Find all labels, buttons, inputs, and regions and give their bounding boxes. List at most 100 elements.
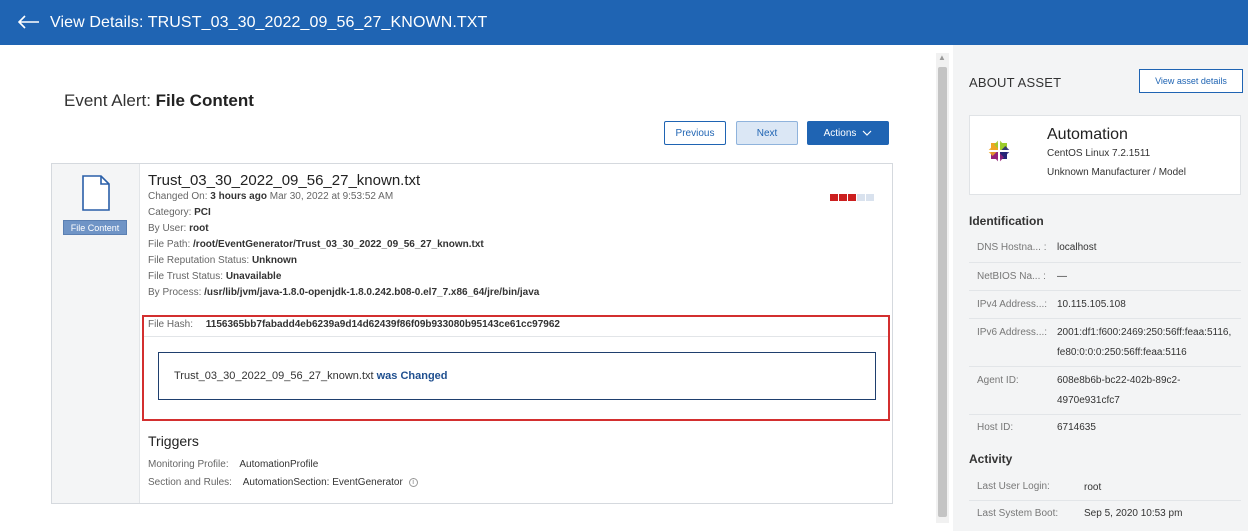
ipv6-value-1: 2001:df1:f600:2469:250:56ff:feaa:5116, <box>1057 327 1232 338</box>
host-id-label: Host ID: <box>977 422 1014 433</box>
event-alert-label: Event Alert: <box>64 91 151 110</box>
asset-manufacturer: Unknown Manufacturer / Model <box>1047 167 1186 178</box>
view-asset-details-button[interactable]: View asset details <box>1139 69 1243 93</box>
page-title: View Details: TRUST_03_30_2022_09_56_27_… <box>50 13 488 31</box>
risk-indicator <box>830 194 874 201</box>
ipv6-label: IPv6 Address...: <box>977 327 1048 338</box>
actions-button[interactable]: Actions <box>807 121 889 145</box>
last-system-boot-row: Last System Boot: <box>977 508 1058 519</box>
process-label: By Process: <box>148 287 202 298</box>
divider <box>969 366 1241 367</box>
last-system-boot-label: Last System Boot: <box>977 508 1059 519</box>
risk-segment <box>866 194 874 201</box>
centos-logo-icon <box>985 137 1013 165</box>
change-file-name: Trust_03_30_2022_09_56_27_known.txt <box>174 370 374 382</box>
agent-id-value-1: 608e8b6b-bc22-402b-89c2- <box>1057 375 1181 386</box>
file-hash-value: 1156365bb7fabadd4eb6239a9d14d62439f86f09… <box>205 319 560 330</box>
top-bar: View Details: TRUST_03_30_2022_09_56_27_… <box>0 0 1248 45</box>
netbios-row: NetBIOS Na... : — <box>977 271 1067 282</box>
reputation-value: Unknown <box>251 255 297 266</box>
changed-on-label: Changed On: <box>148 191 208 202</box>
ipv4-row: IPv4 Address...: 10.115.105.108 <box>977 299 1126 310</box>
divider <box>144 336 888 337</box>
actions-label: Actions <box>823 127 857 139</box>
scrollbar[interactable]: ▲ <box>936 53 949 523</box>
next-button[interactable]: Next <box>736 121 798 145</box>
by-user-label: By User: <box>148 223 187 234</box>
file-name: Trust_03_30_2022_09_56_27_known.txt <box>148 172 421 189</box>
file-content-badge: File Content <box>63 220 127 235</box>
asset-card: Automation CentOS Linux 7.2.1511 Unknown… <box>969 115 1241 195</box>
ipv4-value: 10.115.105.108 <box>1057 299 1126 310</box>
process-row: By Process: /usr/lib/jvm/java-1.8.0-open… <box>148 287 539 298</box>
monitoring-profile-label: Monitoring Profile: <box>148 459 229 470</box>
risk-segment <box>857 194 865 201</box>
activity-heading: Activity <box>969 452 1013 466</box>
by-user-row: By User: root <box>148 223 209 234</box>
reputation-label: File Reputation Status: <box>148 255 250 266</box>
ipv6-row: IPv6 Address...: <box>977 327 1047 338</box>
file-icon <box>82 175 110 211</box>
back-arrow-icon[interactable] <box>17 13 40 33</box>
file-path-label: File Path: <box>148 239 191 250</box>
last-system-boot-value: Sep 5, 2020 10:53 pm <box>1084 508 1183 519</box>
dns-hostname-row: DNS Hostna... : localhost <box>977 242 1096 253</box>
ipv6-value-2: fe80:0:0:0:250:56ff:feaa:5116 <box>1057 347 1187 358</box>
info-icon[interactable]: i <box>408 478 418 487</box>
monitoring-profile-row: Monitoring Profile: AutomationProfile <box>148 459 318 470</box>
file-hash-label: File Hash: <box>148 319 194 330</box>
divider <box>969 262 1241 263</box>
change-summary: Trust_03_30_2022_09_56_27_known.txt was … <box>158 352 876 400</box>
category-row: Category: PCI <box>148 207 211 218</box>
section-rules-row: Section and Rules: AutomationSection: Ev… <box>148 477 418 488</box>
scroll-thumb[interactable] <box>938 67 947 517</box>
file-hash-row: File Hash: 1156365bb7fabadd4eb6239a9d14d… <box>148 319 560 330</box>
about-asset-title: ABOUT ASSET <box>969 75 1062 90</box>
divider <box>969 318 1241 319</box>
category-label: Category: <box>148 207 192 218</box>
main-panel: Event Alert: File Content Previous Next … <box>0 45 930 531</box>
trust-value: Unavailable <box>225 271 282 282</box>
risk-segment <box>848 194 856 201</box>
last-user-login-row: Last User Login: <box>977 481 1050 492</box>
event-type-column: File Content <box>52 164 140 503</box>
agent-id-row: Agent ID: <box>977 375 1019 386</box>
identification-heading: Identification <box>969 214 1044 228</box>
agent-id-label: Agent ID: <box>977 375 1019 386</box>
dns-hostname-label: DNS Hostna... : <box>977 242 1047 253</box>
monitoring-profile-value: AutomationProfile <box>239 459 319 470</box>
process-value: /usr/lib/jvm/java-1.8.0-openjdk-1.8.0.24… <box>204 287 540 298</box>
section-rules-label: Section and Rules: <box>148 477 232 488</box>
section-rules-value: AutomationSection: EventGenerator <box>242 477 403 488</box>
triggers-heading: Triggers <box>148 433 199 449</box>
ipv4-label: IPv4 Address...: <box>977 299 1048 310</box>
category-value: PCI <box>194 207 211 218</box>
changed-on-value: 3 hours ago <box>210 191 267 202</box>
last-user-login-label: Last User Login: <box>977 481 1050 492</box>
file-path-row: File Path: /root/EventGenerator/Trust_03… <box>148 239 484 250</box>
event-alert-value: File Content <box>155 91 254 110</box>
asset-sidebar: ABOUT ASSET View asset details Automatio… <box>953 45 1248 531</box>
scroll-up-icon[interactable]: ▲ <box>938 53 946 62</box>
file-path-value: /root/EventGenerator/Trust_03_30_2022_09… <box>193 239 484 250</box>
host-id-value: 6714635 <box>1057 422 1096 433</box>
event-alert-heading: Event Alert: File Content <box>64 91 254 111</box>
agent-id-value-2: 4970e931cfc7 <box>1057 395 1120 406</box>
by-user-value: root <box>189 223 209 234</box>
previous-button[interactable]: Previous <box>664 121 726 145</box>
asset-os: CentOS Linux 7.2.1511 <box>1047 148 1151 159</box>
risk-segment <box>830 194 838 201</box>
divider <box>969 500 1241 501</box>
dns-hostname-value: localhost <box>1057 242 1097 253</box>
changed-on-row: Changed On: 3 hours ago Mar 30, 2022 at … <box>148 191 393 202</box>
last-user-login-value: root <box>1084 482 1102 493</box>
divider <box>969 290 1241 291</box>
event-card: File Content Trust_03_30_2022_09_56_27_k… <box>51 163 893 504</box>
host-id-row: Host ID: <box>977 422 1013 433</box>
risk-segment <box>839 194 847 201</box>
change-status: was Changed <box>376 370 448 382</box>
trust-label: File Trust Status: <box>148 271 224 282</box>
changed-on-date: Mar 30, 2022 at 9:53:52 AM <box>269 191 394 202</box>
asset-name: Automation <box>1047 126 1128 143</box>
netbios-label: NetBIOS Na... : <box>977 271 1046 282</box>
